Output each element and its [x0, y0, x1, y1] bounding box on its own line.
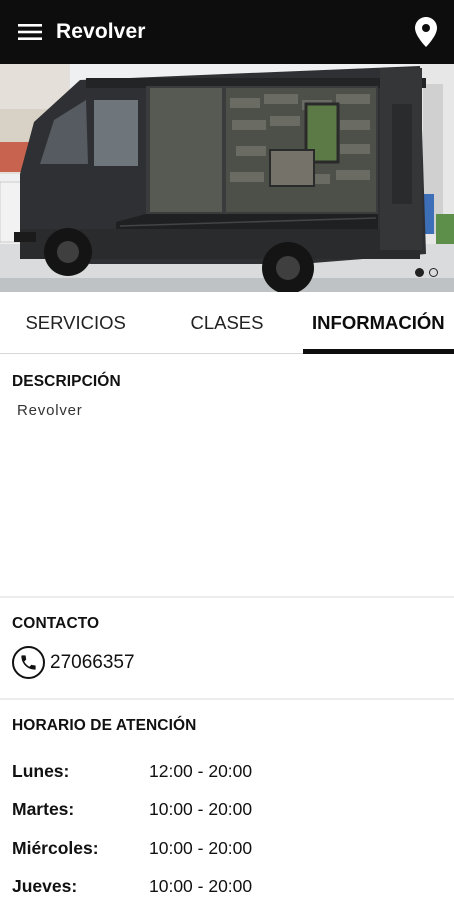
food-truck-photo	[0, 64, 454, 292]
hours-row: Miércoles: 10:00 - 20:00	[12, 829, 442, 868]
section-divider	[0, 698, 454, 700]
day-label: Miércoles:	[12, 837, 99, 858]
carousel-indicator	[415, 268, 438, 277]
day-label: Lunes:	[12, 760, 70, 781]
hours-row: Jueves: 10:00 - 20:00	[12, 868, 442, 900]
location-pin-icon	[415, 17, 437, 47]
hours-list: Lunes: 12:00 - 20:00 Martes: 10:00 - 20:…	[12, 752, 442, 900]
description-heading: DESCRIPCIÓN	[12, 373, 121, 390]
day-label: Martes:	[12, 799, 75, 820]
phone-number: 27066357	[50, 651, 135, 673]
menu-button[interactable]	[0, 0, 60, 64]
day-label: Jueves:	[12, 876, 78, 897]
time-range: 10:00 - 20:00	[149, 837, 253, 858]
carousel-dot-1[interactable]	[415, 268, 424, 277]
hero-carousel[interactable]	[0, 64, 454, 292]
phone-icon	[12, 646, 45, 679]
time-range: 12:00 - 20:00	[149, 760, 253, 781]
time-range: 10:00 - 20:00	[149, 876, 253, 897]
section-divider	[0, 596, 454, 598]
hours-row: Lunes: 12:00 - 20:00	[12, 752, 442, 791]
app-title: Revolver	[56, 20, 146, 43]
tab-bar: SERVICIOS CLASES INFORMACIÓN	[0, 292, 454, 354]
location-button[interactable]	[410, 14, 442, 50]
hours-heading: HORARIO DE ATENCIÓN	[12, 717, 197, 734]
tab-servicios[interactable]: SERVICIOS	[0, 292, 151, 353]
app-bar: Revolver	[0, 0, 454, 64]
tab-informacion[interactable]: INFORMACIÓN	[302, 292, 454, 354]
tab-clases[interactable]: CLASES	[151, 292, 302, 353]
phone-contact[interactable]: 27066357	[12, 646, 135, 679]
contact-heading: CONTACTO	[12, 615, 100, 632]
carousel-dot-2[interactable]	[429, 268, 438, 277]
menu-icon	[18, 24, 42, 40]
hours-row: Martes: 10:00 - 20:00	[12, 791, 442, 830]
time-range: 10:00 - 20:00	[149, 799, 253, 820]
description-text: Revolver	[17, 402, 83, 419]
